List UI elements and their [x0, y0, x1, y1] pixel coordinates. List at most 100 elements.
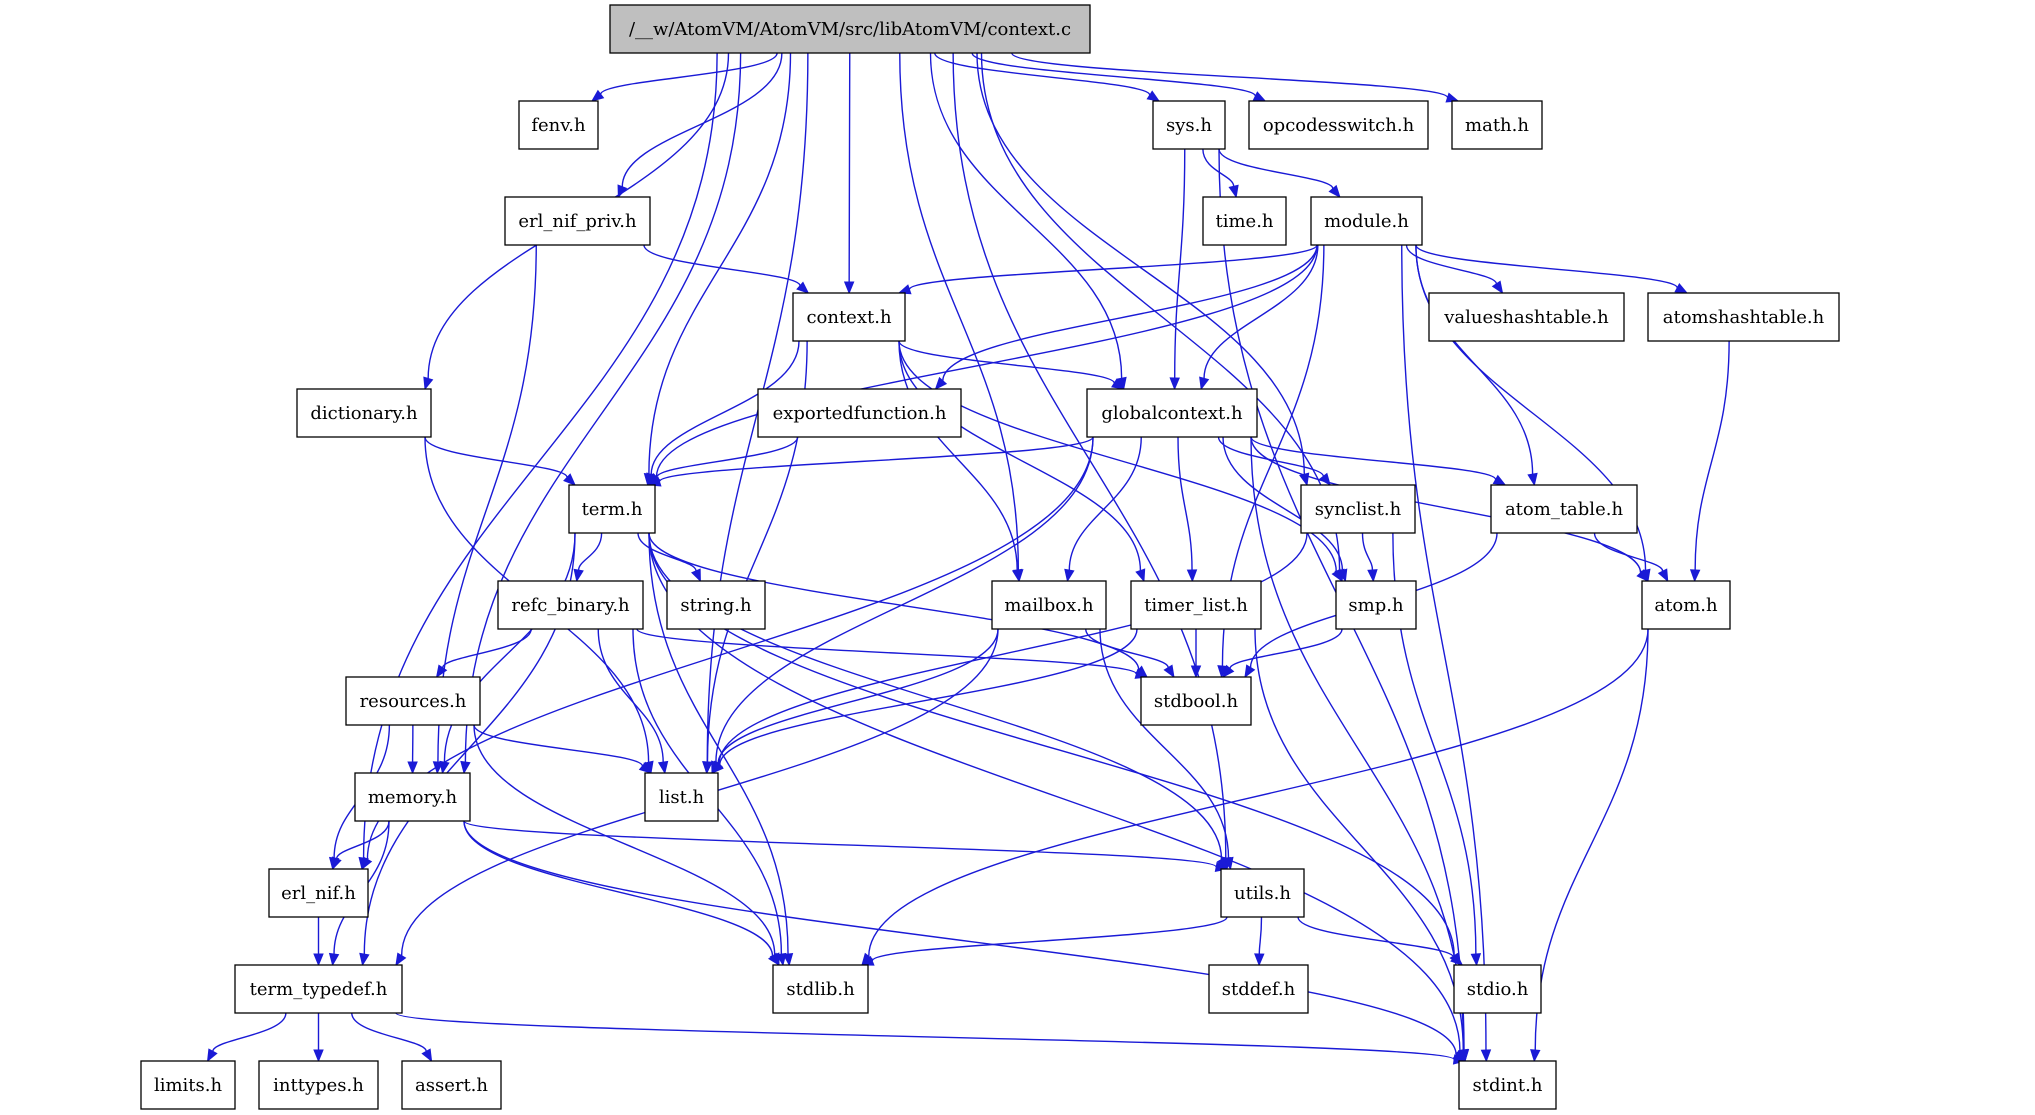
arrowhead: [361, 856, 373, 871]
node-utils[interactable]: utils.h: [1220, 868, 1305, 918]
node-exportedfunction[interactable]: exportedfunction.h: [757, 388, 962, 438]
node-smp[interactable]: smp.h: [1335, 580, 1417, 630]
edge-resources-to-list: [473, 724, 653, 774]
edge-line: [848, 52, 851, 283]
node-dictionary[interactable]: dictionary.h: [296, 388, 432, 438]
node-label: stdio.h: [1467, 979, 1529, 1000]
node-inttypes[interactable]: inttypes.h: [258, 1060, 379, 1110]
arrowhead: [313, 1049, 324, 1063]
node-synclist[interactable]: synclist.h: [1300, 484, 1416, 534]
edge-line: [599, 52, 778, 95]
node-erl-nif-priv[interactable]: erl_nif_priv.h: [504, 196, 651, 246]
node-stdio[interactable]: stdio.h: [1453, 964, 1542, 1014]
arrowhead: [843, 281, 855, 295]
edge-root-to-math: [1011, 52, 1460, 103]
edge-line: [1202, 148, 1235, 187]
node-mailbox[interactable]: mailbox.h: [991, 580, 1107, 630]
node-assert[interactable]: assert.h: [401, 1060, 502, 1110]
node-sys[interactable]: sys.h: [1152, 100, 1226, 150]
node-string[interactable]: string.h: [666, 580, 766, 630]
edge-line: [871, 916, 1228, 962]
node-math[interactable]: math.h: [1451, 100, 1543, 150]
node-limits[interactable]: limits.h: [140, 1060, 236, 1110]
node-refc-binary[interactable]: refc_binary.h: [497, 580, 644, 630]
node-label: dictionary.h: [310, 403, 418, 424]
node-label: atom_table.h: [1505, 499, 1623, 520]
node-term-typedef[interactable]: term_typedef.h: [234, 964, 403, 1014]
edge-context-h-to-timer-list: [898, 340, 1146, 583]
node-erl-nif[interactable]: erl_nif.h: [268, 868, 369, 918]
arrowhead: [1491, 280, 1504, 295]
node-atomshashtable[interactable]: atomshashtable.h: [1647, 292, 1840, 342]
edge-term-typedef-to-stdint: [395, 1012, 1467, 1065]
edge-term-typedef-to-inttypes: [313, 1013, 324, 1063]
edge-globalcontext-to-timer-list: [1177, 436, 1198, 583]
edge-line: [1401, 244, 1487, 1051]
node-stddef[interactable]: stddef.h: [1208, 964, 1309, 1014]
node-atom[interactable]: atom.h: [1641, 580, 1731, 630]
arrowhead: [328, 952, 340, 967]
edge-line: [597, 628, 664, 763]
node-list[interactable]: list.h: [644, 772, 719, 822]
arrowhead: [206, 1048, 218, 1063]
node-timer-list[interactable]: timer_list.h: [1130, 580, 1262, 630]
edge-line: [1415, 244, 1678, 289]
node-label: math.h: [1465, 115, 1529, 136]
arrowhead: [423, 376, 434, 391]
edge-context-h-to-globalcontext: [898, 340, 1125, 390]
node-atom-table[interactable]: atom_table.h: [1490, 484, 1638, 534]
node-time[interactable]: time.h: [1202, 196, 1287, 246]
node-root[interactable]: /__w/AtomVM/AtomVM/src/libAtomVM/context…: [609, 4, 1091, 54]
arrowhead: [1328, 184, 1341, 199]
arrowhead: [1011, 568, 1023, 583]
node-stdint[interactable]: stdint.h: [1458, 1060, 1557, 1110]
edge-line: [1250, 436, 1497, 481]
edge-line: [1415, 244, 1534, 475]
node-globalcontext[interactable]: globalcontext.h: [1086, 388, 1258, 438]
edge-line: [366, 436, 1094, 860]
node-label: resources.h: [360, 691, 467, 712]
node-opcodesswitch[interactable]: opcodesswitch.h: [1248, 100, 1429, 150]
node-fenv[interactable]: fenv.h: [518, 100, 599, 150]
edge-mailbox-to-stdbool: [1085, 628, 1175, 679]
edge-resources-to-stdlib: [473, 724, 780, 967]
edge-atom-table-to-atom: [1593, 532, 1669, 583]
node-label: assert.h: [415, 1075, 488, 1096]
edge-atomshashtable-to-atom: [1689, 340, 1730, 583]
node-label: synclist.h: [1315, 499, 1402, 520]
node-stdbool[interactable]: stdbool.h: [1140, 676, 1252, 726]
node-module[interactable]: module.h: [1310, 196, 1423, 246]
node-valueshashtable[interactable]: valueshashtable.h: [1428, 292, 1625, 342]
edge-term-to-string: [637, 532, 701, 583]
edge-line: [1593, 532, 1664, 572]
edge-resources-to-memory: [407, 724, 418, 775]
edge-line: [942, 244, 1318, 381]
node-label: inttypes.h: [273, 1075, 364, 1096]
node-label: erl_nif.h: [281, 883, 356, 904]
arrowhead: [1252, 91, 1267, 102]
arrowhead: [1186, 569, 1198, 583]
arrowhead: [1674, 282, 1689, 294]
node-label: string.h: [680, 595, 752, 616]
node-label: stdint.h: [1473, 1075, 1543, 1096]
edge-atom-to-stdint: [1530, 628, 1649, 1063]
arrowhead: [460, 760, 471, 775]
node-label: globalcontext.h: [1101, 403, 1243, 424]
edge-module-to-valueshashtable: [1405, 244, 1504, 295]
node-memory[interactable]: memory.h: [354, 772, 471, 822]
node-resources[interactable]: resources.h: [345, 676, 481, 726]
edge-utils-to-stddef: [1254, 916, 1265, 967]
edge-line: [637, 532, 697, 572]
edge-line: [898, 340, 1337, 572]
edge-smp-to-stdbool: [1222, 628, 1343, 679]
arrowhead: [1492, 474, 1507, 486]
node-term[interactable]: term.h: [568, 484, 656, 534]
node-stdlib[interactable]: stdlib.h: [772, 964, 869, 1014]
node-context-h[interactable]: context.h: [792, 292, 906, 342]
edge-line: [929, 52, 1123, 379]
node-label: mailbox.h: [1004, 595, 1094, 616]
edge-timer-list-to-list: [711, 628, 1138, 774]
arrowhead: [1135, 568, 1146, 583]
arrowhead: [1657, 568, 1669, 583]
edge-line: [643, 244, 801, 287]
